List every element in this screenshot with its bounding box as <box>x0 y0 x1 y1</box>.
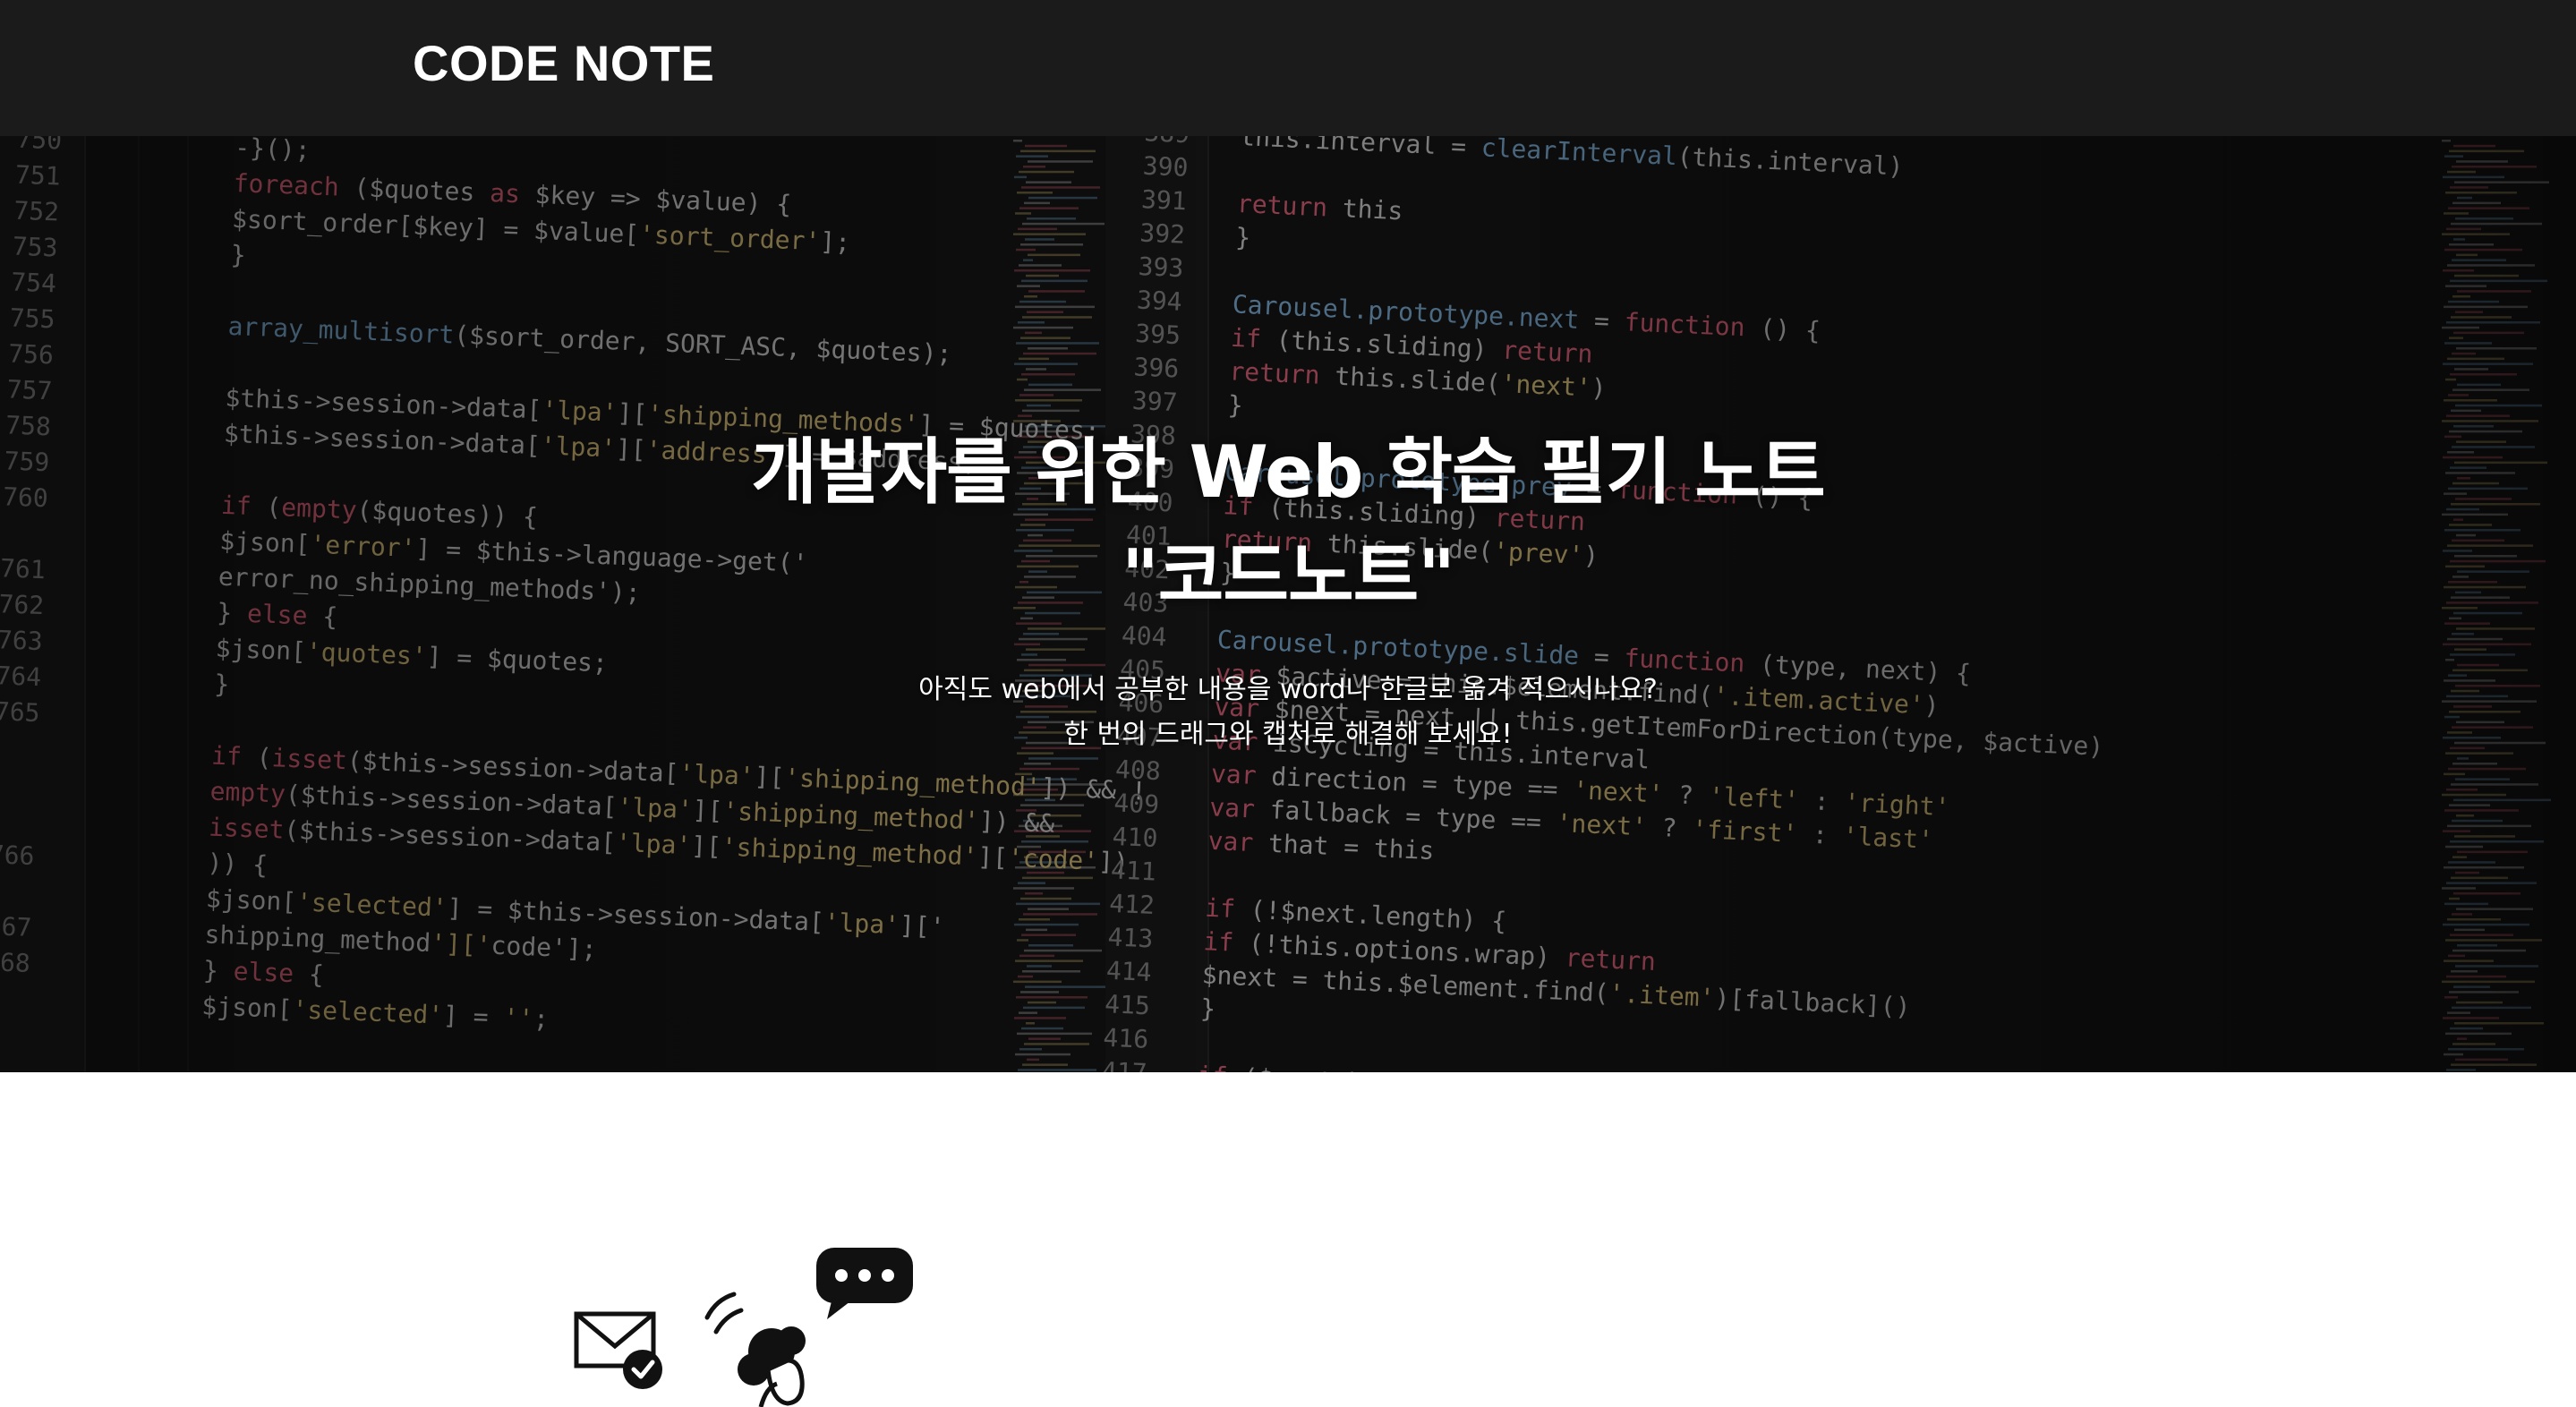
hero-description: 아직도 web에서 공부한 내용을 word나 한글로 옮겨 적으시나요? 한 … <box>0 668 2576 757</box>
hero-title: 개발자를 위한 Web 학습 필기 노트 "코드노트" <box>0 421 2576 628</box>
chat-bubble-icon <box>816 1248 913 1319</box>
envelope-check-icon <box>574 1311 662 1389</box>
hero-text-block: 개발자를 위한 Web 학습 필기 노트 "코드노트" 아직도 web에서 공부… <box>0 421 2576 757</box>
hero-desc-line2: 한 번의 드래그와 캡처로 해결해 보세요! <box>1063 719 1513 750</box>
site-header: CODE NOTE <box>0 0 2576 136</box>
person-icon <box>704 1292 806 1407</box>
hero-section: 750 -}();751foreach ($quotes as $key => … <box>0 136 2576 1072</box>
hero-title-line1: 개발자를 위한 Web 학습 필기 노트 <box>751 431 1825 514</box>
logo-link[interactable]: CODE NOTE <box>413 32 714 95</box>
hero-title-line2: "코드노트" <box>1122 534 1455 618</box>
hero-desc-line1: 아직도 web에서 공부한 내용을 word나 한글로 옮겨 적으시나요? <box>918 674 1658 705</box>
illustration <box>574 1248 913 1407</box>
